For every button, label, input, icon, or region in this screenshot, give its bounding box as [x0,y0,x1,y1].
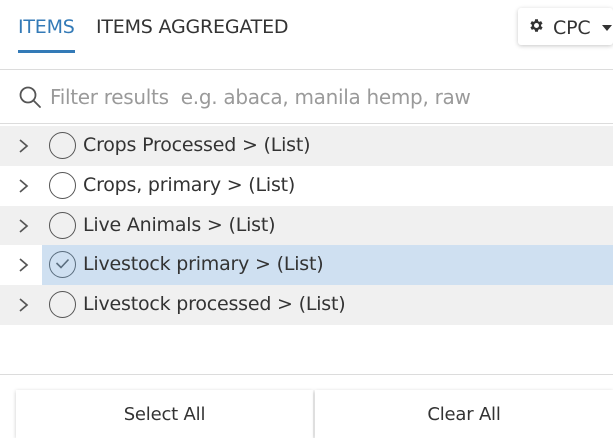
list-item: Crops Processed > (List) [0,126,613,166]
list-item-label: Livestock primary > (List) [83,253,324,276]
tab-items[interactable]: ITEMS [18,16,75,53]
list-item-label: Livestock processed > (List) [83,293,346,316]
radio-button[interactable] [49,211,76,239]
list-item-label: Live Animals > (List) [83,213,276,236]
list-item-body[interactable]: Crops Processed > (List) [42,126,613,166]
item-list: Crops Processed > (List) Crops, primary … [0,126,613,325]
chevron-right-icon[interactable] [17,178,31,194]
search-input[interactable] [50,80,600,114]
tab-items-aggregated[interactable]: ITEMS AGGREGATED [96,16,289,38]
check-icon [55,259,70,270]
list-item: Livestock processed > (List) [0,285,613,325]
clear-all-button[interactable]: Clear All [315,390,613,438]
list-item: Crops, primary > (List) [0,166,613,206]
radio-button[interactable] [49,251,76,279]
list-item: Livestock primary > (List) [0,245,613,286]
tab-bar: ITEMS ITEMS AGGREGATED CPC [0,0,613,70]
chevron-right-icon[interactable] [17,218,31,234]
chevron-right-icon[interactable] [17,257,31,273]
search-icon [19,86,41,108]
list-item-label: Crops Processed > (List) [83,134,311,156]
radio-button[interactable] [49,171,76,199]
radio-button[interactable] [49,291,76,319]
footer-divider [0,374,613,375]
list-item-body[interactable]: Livestock primary > (List) [42,245,613,286]
radio-button[interactable] [49,132,76,159]
select-all-button[interactable]: Select All [16,390,313,438]
gear-icon [530,19,543,32]
list-item-label: Crops, primary > (List) [83,173,296,196]
list-item: Live Animals > (List) [0,205,613,246]
classification-dropdown[interactable]: CPC [518,8,613,45]
search-bar [0,70,613,124]
chevron-right-icon[interactable] [17,297,31,313]
caret-down-icon [602,25,612,31]
list-item-body[interactable]: Live Animals > (List) [42,206,613,246]
classification-label: CPC [553,17,591,39]
chevron-right-icon[interactable] [17,138,31,154]
list-item-body[interactable]: Livestock processed > (List) [42,285,613,325]
list-item-body[interactable]: Crops, primary > (List) [42,166,613,206]
